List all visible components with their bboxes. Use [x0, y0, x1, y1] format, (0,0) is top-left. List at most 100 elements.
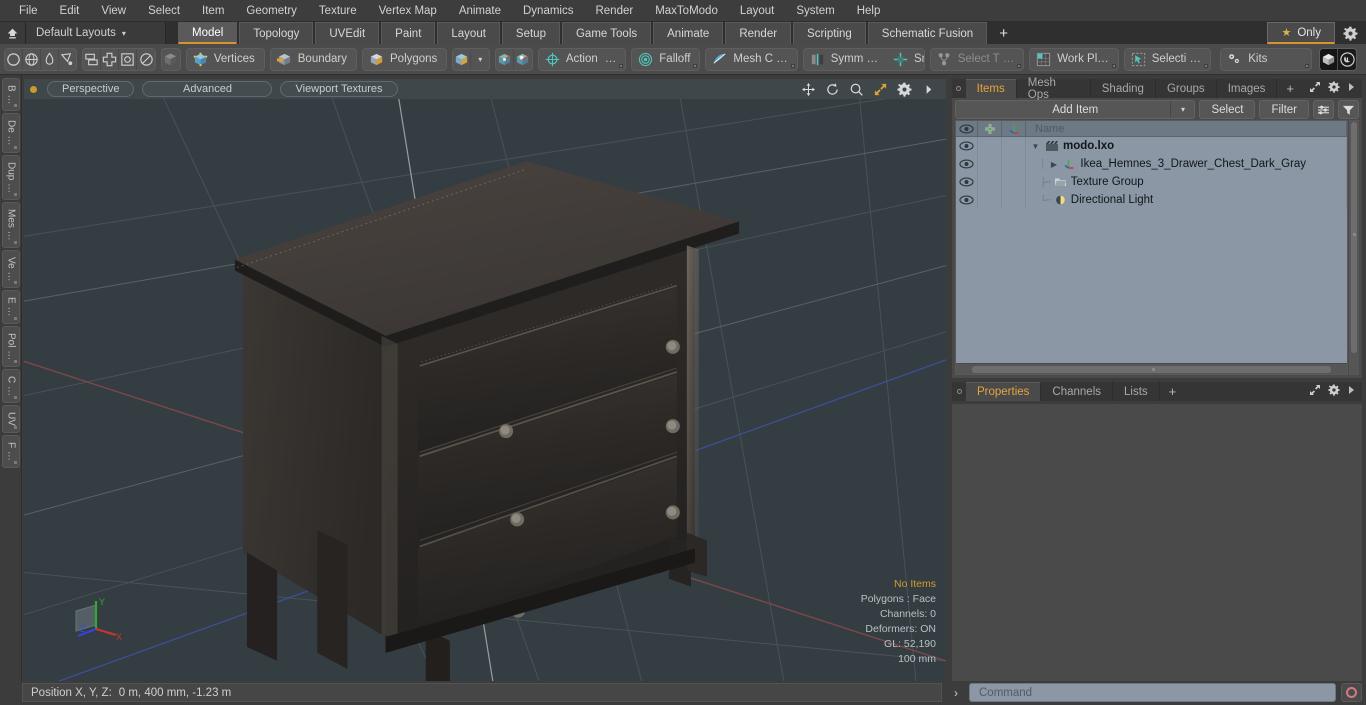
add-item-button[interactable]: Add Item ▾ [955, 100, 1196, 119]
left-tab-basic[interactable]: B … [2, 78, 20, 112]
home-up-icon[interactable] [0, 22, 26, 44]
menu-item-geometry[interactable]: Geometry [235, 0, 308, 22]
layout-tab-model[interactable]: Model [178, 22, 238, 44]
layout-tab-game-tools[interactable]: Game Tools [561, 22, 652, 44]
left-tab-vertex[interactable]: Ve … [2, 249, 20, 289]
tab-images[interactable]: Images [1217, 79, 1278, 98]
kits-button[interactable]: Kits [1220, 47, 1313, 71]
panel-settings-gear-icon[interactable] [1328, 384, 1340, 399]
menu-item-maxtomodo[interactable]: MaxToModo [644, 0, 729, 22]
menu-item-view[interactable]: View [90, 0, 137, 22]
items-select-button[interactable]: Select [1199, 100, 1256, 119]
panel-more-arrow-icon[interactable] [1347, 82, 1356, 95]
expand-collapse-arrow-icon[interactable]: ▶ [1048, 160, 1059, 169]
layout-settings-gear-icon[interactable] [1335, 22, 1366, 44]
select-through-button[interactable]: Select T … [929, 47, 1025, 71]
tab-shading[interactable]: Shading [1091, 79, 1156, 98]
cube-dropdown-icon[interactable] [453, 48, 472, 70]
pivot-mode-icon[interactable] [119, 48, 138, 70]
viewport-textures-button[interactable]: Viewport Textures [280, 81, 398, 97]
viewport-perspective-button[interactable]: Perspective [47, 81, 135, 97]
row-name-cell[interactable]: ┊ ▶ Ikea_Hemnes_3_Drawer_Chest_Dark_Gray [1026, 155, 1347, 173]
row-lock-cell[interactable] [978, 191, 1002, 209]
items-tree[interactable]: Name ▼ modo.lxo ┊ ▶ Ikea_Hemnes_3_Drawer… [955, 120, 1348, 375]
rotate-icon[interactable] [825, 82, 840, 97]
kits-corner[interactable] [1305, 63, 1310, 68]
row-axis-cell[interactable] [1002, 173, 1026, 191]
snapping-button[interactable]: Snapping [887, 49, 924, 70]
row-name-cell[interactable]: ├╌ Texture Group [1026, 173, 1347, 191]
menu-item-system[interactable]: System [785, 0, 845, 22]
falloff-corner[interactable] [693, 63, 698, 68]
items-tree-vertical-scrollbar[interactable] [1348, 120, 1359, 375]
table-row[interactable]: ┊ ▶ Ikea_Hemnes_3_Drawer_Chest_Dark_Gray [956, 155, 1347, 173]
layout-tab-layout[interactable]: Layout [437, 22, 500, 44]
edge-globe-icon[interactable] [23, 48, 41, 70]
rotate-gizmo-icon[interactable] [514, 49, 532, 70]
modo-logo-icon[interactable] [1320, 48, 1339, 70]
items-filter-button[interactable]: Filter [1259, 100, 1309, 119]
zoom-icon[interactable] [849, 82, 864, 97]
unreal-logo-icon[interactable] [1338, 48, 1357, 70]
row-axis-cell[interactable] [1002, 155, 1026, 173]
menu-item-vertex-map[interactable]: Vertex Map [368, 0, 448, 22]
tab-channels[interactable]: Channels [1041, 382, 1114, 401]
menu-item-layout[interactable]: Layout [729, 0, 786, 22]
add-item-chevron-down-icon[interactable]: ▾ [1170, 101, 1194, 118]
layout-tab-paint[interactable]: Paint [381, 22, 436, 44]
table-row[interactable]: ├╌ Texture Group [956, 173, 1347, 191]
layout-tab-animate[interactable]: Animate [653, 22, 724, 44]
panel-maximize-icon[interactable] [1309, 81, 1321, 96]
menu-item-help[interactable]: Help [846, 0, 892, 22]
polygons-button[interactable]: Polygons [362, 47, 448, 71]
boundary-button[interactable]: Boundary [269, 47, 357, 71]
menu-item-animate[interactable]: Animate [448, 0, 512, 22]
left-tab-deform[interactable]: De … [2, 113, 20, 154]
table-row[interactable]: ▼ modo.lxo [956, 137, 1347, 155]
viewport-settings-gear-icon[interactable] [897, 82, 912, 97]
action-center-button[interactable]: Action … [537, 47, 627, 71]
left-tab-curve[interactable]: C … [2, 368, 20, 403]
menu-item-select[interactable]: Select [137, 0, 191, 22]
items-filter-funnel-icon[interactable] [1338, 100, 1359, 119]
symmetry-button[interactable]: Symm … [804, 49, 887, 70]
left-tab-polygon[interactable]: Pol … [2, 325, 20, 367]
tab-properties[interactable]: Properties [966, 382, 1042, 401]
tab-lists[interactable]: Lists [1113, 382, 1160, 401]
row-axis-cell[interactable] [1002, 137, 1026, 155]
add-items-tab-button[interactable]: + [1277, 79, 1303, 98]
tab-groups[interactable]: Groups [1156, 79, 1217, 98]
panel-maximize-icon[interactable] [1309, 384, 1321, 399]
circle-mode-icon[interactable] [137, 49, 154, 70]
row-name-cell[interactable]: ▼ modo.lxo [1026, 137, 1347, 155]
vertices-button[interactable]: Vertices [185, 47, 265, 71]
selection-sets-corner[interactable] [1203, 63, 1208, 68]
table-row[interactable]: └╌ Directional Light [956, 191, 1347, 209]
work-plane-corner[interactable] [1111, 63, 1116, 68]
command-input[interactable] [969, 683, 1336, 702]
tab-mesh-ops[interactable]: Mesh Ops [1017, 77, 1091, 101]
material-select-icon[interactable] [59, 49, 76, 70]
mesh-constraint-button[interactable]: Mesh C … [705, 47, 798, 71]
menu-item-render[interactable]: Render [584, 0, 644, 22]
add-layout-tab-button[interactable]: + [989, 22, 1018, 44]
expand-collapse-arrow-icon[interactable]: ▼ [1030, 142, 1041, 151]
panel-settings-gear-icon[interactable] [1328, 81, 1340, 96]
scrollbar-thumb[interactable] [1351, 122, 1357, 353]
work-plane-button[interactable]: Work Pl… [1029, 47, 1119, 71]
add-properties-tab-button[interactable]: + [1160, 382, 1186, 401]
layout-tab-schematic-fusion[interactable]: Schematic Fusion [867, 22, 988, 44]
cube-dark-icon[interactable] [162, 49, 180, 70]
items-tree-horizontal-scrollbar[interactable] [956, 363, 1347, 374]
items-list-options-icon[interactable] [1313, 100, 1334, 119]
layout-tab-topology[interactable]: Topology [239, 22, 314, 44]
row-visibility-toggle[interactable] [956, 155, 978, 173]
row-lock-cell[interactable] [978, 155, 1002, 173]
left-tab-uv[interactable]: UV [2, 404, 20, 433]
left-tab-mesh-edit[interactable]: Mes … [2, 202, 20, 248]
action-center-corner[interactable] [619, 63, 624, 68]
mesh-constraint-corner[interactable] [790, 63, 795, 68]
row-lock-cell[interactable] [978, 137, 1002, 155]
viewport-advanced-button[interactable]: Advanced [142, 81, 273, 97]
left-tab-fusion[interactable]: F … [2, 434, 20, 468]
